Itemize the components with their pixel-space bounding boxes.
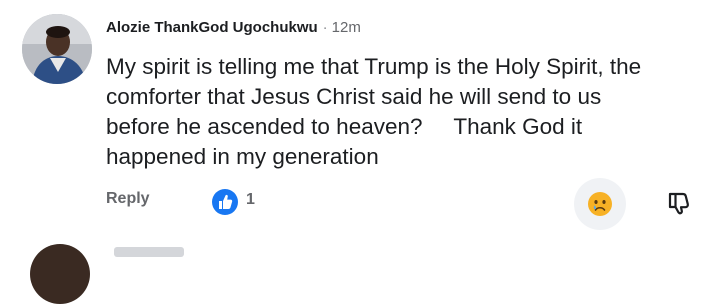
- next-comment-author-placeholder: [114, 247, 184, 257]
- comment-body: My spirit is telling me that Trump is th…: [106, 54, 642, 169]
- sad-face-icon: [588, 192, 612, 216]
- avatar[interactable]: [22, 14, 92, 84]
- author-name[interactable]: Alozie ThankGod Ugochukwu: [106, 19, 318, 36]
- separator-dot: ·: [322, 19, 328, 36]
- next-comment-avatar[interactable]: [30, 244, 90, 304]
- reply-button[interactable]: Reply: [106, 190, 150, 208]
- comment-header: Alozie ThankGod Ugochukwu · 12m: [106, 18, 361, 38]
- thumbs-down-icon: [668, 192, 689, 215]
- comment: Alozie ThankGod Ugochukwu · 12m My spirit …: [0, 0, 720, 304]
- reaction-button[interactable]: [574, 178, 626, 230]
- like-icon[interactable]: [211, 188, 239, 216]
- timestamp[interactable]: 12m: [332, 19, 361, 36]
- dislike-button[interactable]: [664, 188, 694, 218]
- like-count: 1: [246, 191, 255, 208]
- profile-photo: [22, 14, 92, 84]
